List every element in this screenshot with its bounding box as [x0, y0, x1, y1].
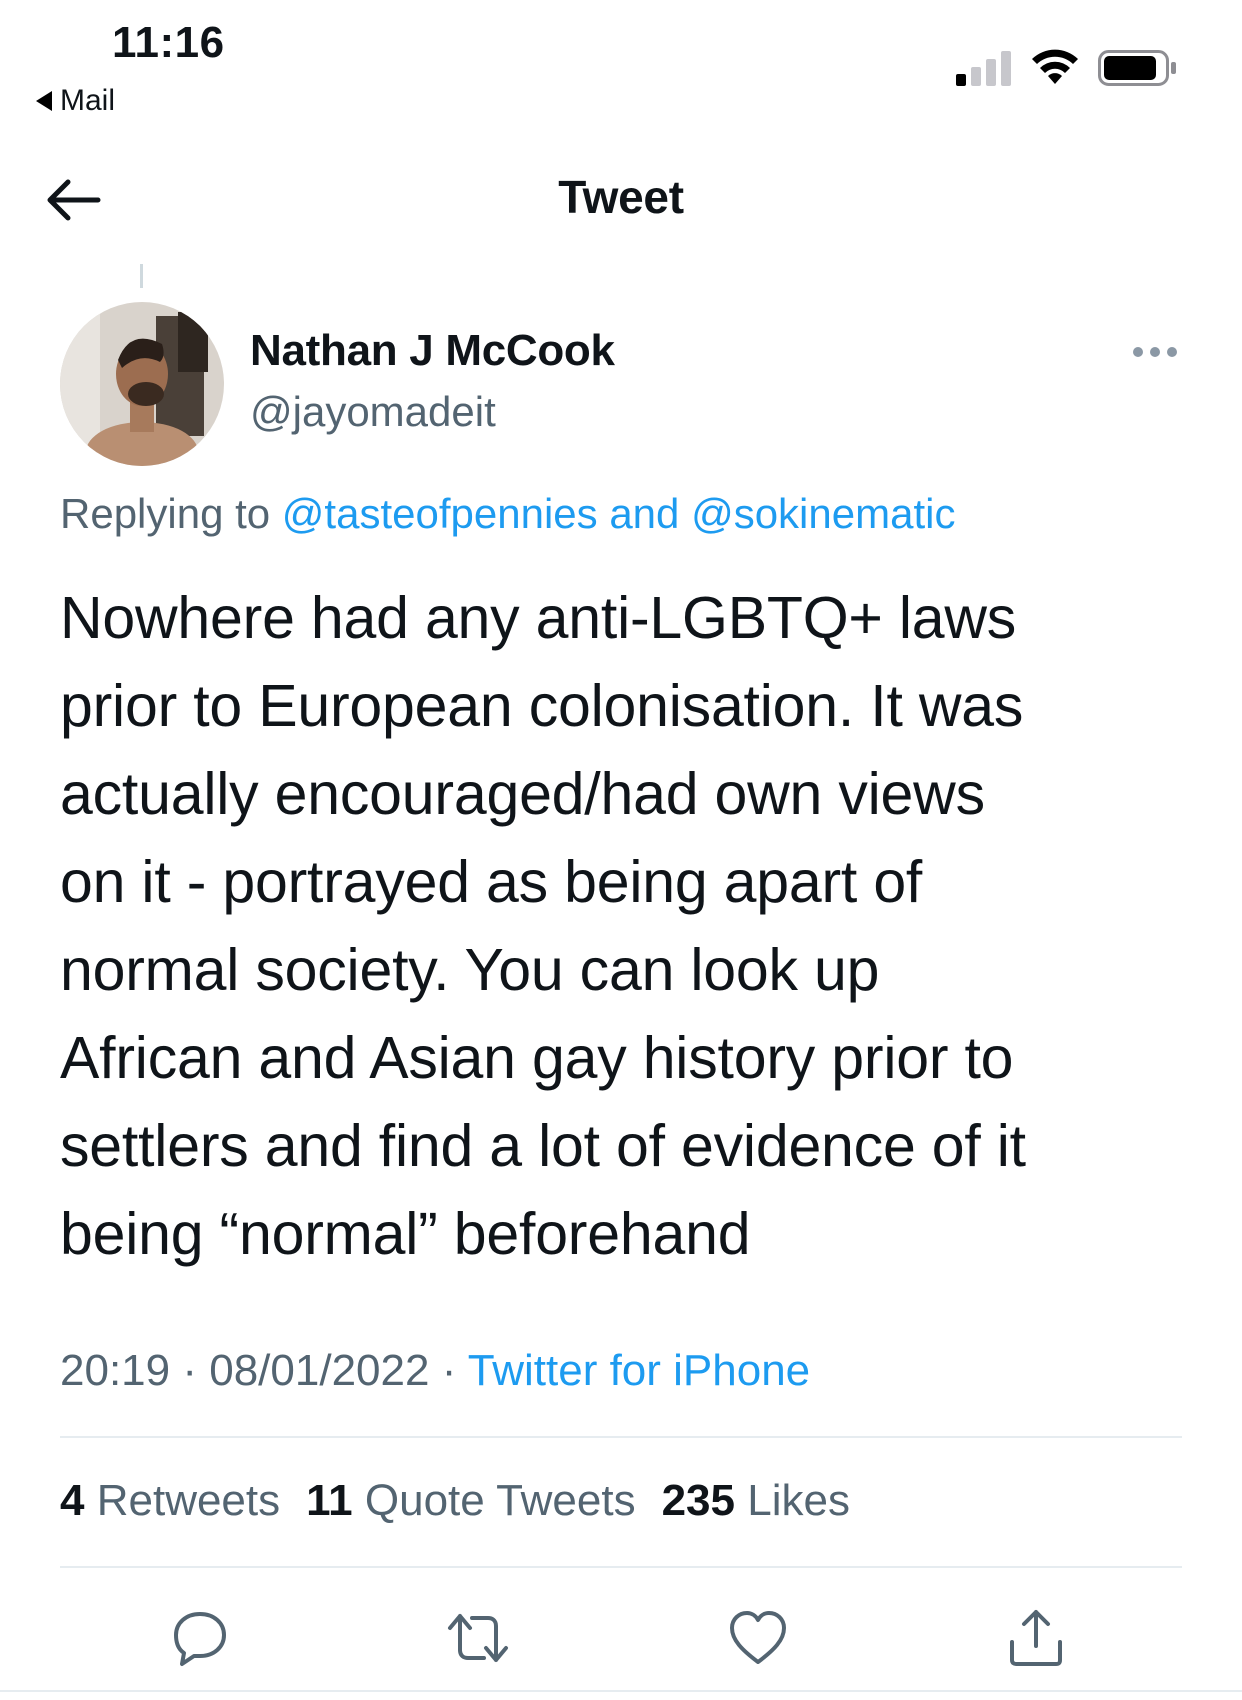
status-time: 11:16	[112, 18, 225, 67]
tweet-text-line: Nowhere had any anti-LGBTQ+ laws	[60, 585, 1017, 651]
tweet-text-line: normal society. You can look up	[60, 937, 880, 1003]
quote-tweets-stat[interactable]: 11 Quote Tweets	[306, 1476, 635, 1526]
reply-icon[interactable]	[168, 1606, 232, 1670]
tweet-text-line: prior to European colonisation. It was	[60, 673, 1024, 739]
more-dots-icon[interactable]	[1132, 344, 1178, 360]
tweet-text-line: African and Asian gay history prior to	[60, 1025, 1014, 1091]
meta-separator: ·	[441, 1346, 457, 1395]
nav-bar: Tweet	[0, 150, 1242, 250]
author-handle[interactable]: @jayomadeit	[250, 388, 496, 436]
likes-stat[interactable]: 235 Likes	[662, 1476, 850, 1526]
heart-icon[interactable]	[726, 1606, 790, 1670]
meta-separator: ·	[182, 1346, 197, 1395]
divider	[0, 1690, 1242, 1692]
battery-icon	[1098, 50, 1176, 86]
tweet-time: 20:19	[60, 1346, 171, 1395]
back-triangle-icon	[36, 91, 52, 111]
mention-link[interactable]: @tasteofpennies	[282, 490, 598, 537]
tweet-stats: 4 Retweets 11 Quote Tweets 235 Likes	[60, 1476, 850, 1526]
tweet-text-line: actually encouraged/had own views	[60, 761, 985, 827]
tweet-text-line: settlers and find a lot of evidence of i…	[60, 1113, 1026, 1179]
avatar[interactable]	[60, 302, 224, 466]
divider	[60, 1566, 1182, 1568]
author-name[interactable]: Nathan J McCook	[250, 326, 615, 376]
retweet-icon[interactable]	[446, 1606, 510, 1670]
retweets-stat[interactable]: 4 Retweets	[60, 1476, 280, 1526]
replying-to: Replying to @tasteofpennies and @sokinem…	[60, 490, 955, 538]
retweets-count: 4	[60, 1476, 85, 1525]
action-bar	[0, 1600, 1242, 1676]
status-bar: 11:16 Mail	[0, 0, 1242, 120]
retweets-label: Retweets	[96, 1476, 281, 1525]
tweet-text-line: on it - portrayed as being apart of	[60, 849, 923, 915]
cellular-signal-icon	[956, 51, 1011, 86]
quote-tweets-count: 11	[306, 1476, 353, 1525]
thread-connector-line	[140, 264, 143, 288]
quote-tweets-label: Quote Tweets	[364, 1476, 636, 1525]
divider	[60, 1436, 1182, 1438]
tweet-meta: 20:19 · 08/01/2022 · Twitter for iPhone	[60, 1346, 810, 1396]
wifi-icon	[1032, 49, 1078, 84]
share-icon[interactable]	[1004, 1606, 1068, 1670]
likes-count: 235	[661, 1476, 735, 1525]
mention-link[interactable]: @sokinematic	[691, 490, 955, 537]
tweet-body: Nowhere had any anti-LGBTQ+ laws prior t…	[60, 574, 1190, 1278]
tweet-date: 08/01/2022	[209, 1346, 430, 1395]
page-title: Tweet	[558, 171, 684, 223]
tweet-text-line: being “normal” beforehand	[60, 1201, 751, 1267]
likes-label: Likes	[747, 1476, 850, 1525]
replying-and[interactable]: and	[609, 490, 679, 537]
back-to-mail-button[interactable]: Mail	[36, 84, 115, 118]
back-app-label: Mail	[60, 84, 116, 117]
tweet-source-link[interactable]: Twitter for iPhone	[468, 1346, 810, 1395]
replying-label: Replying to	[60, 490, 271, 537]
